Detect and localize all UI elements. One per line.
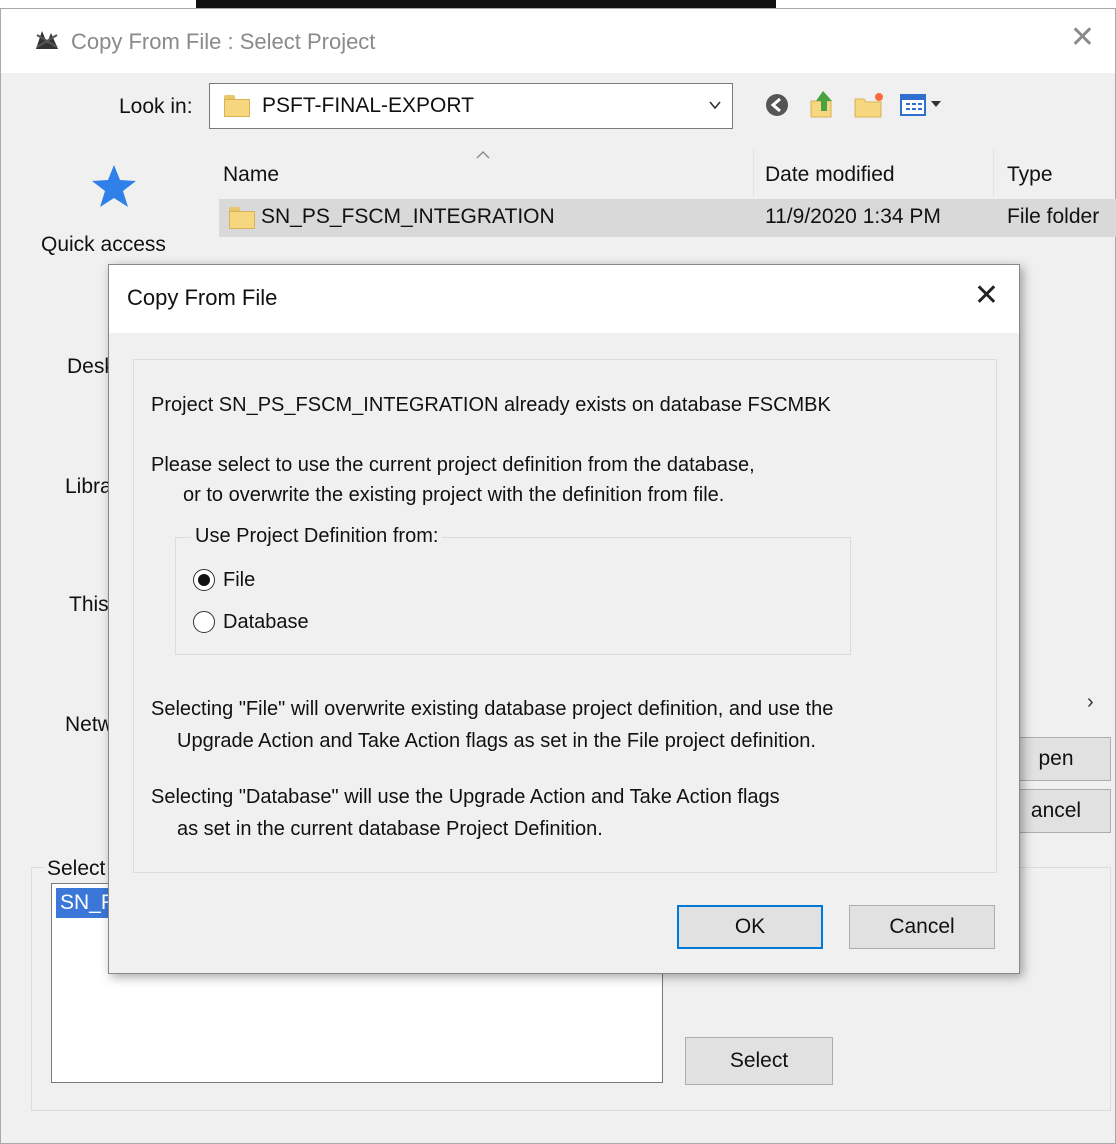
sort-ascending-icon xyxy=(476,151,490,159)
star-icon[interactable] xyxy=(89,161,139,211)
outer-close-icon[interactable]: ✕ xyxy=(1070,23,1095,53)
project-exists-message: Project SN_PS_FSCM_INTEGRATION already e… xyxy=(151,394,831,416)
radio-button-selected[interactable] xyxy=(193,569,215,591)
modal-cancel-button[interactable]: Cancel xyxy=(849,905,995,949)
new-folder-icon[interactable] xyxy=(851,87,887,123)
select-group-label: Select xyxy=(43,857,110,881)
modal-close-icon[interactable]: ✕ xyxy=(974,281,999,311)
file-date-modified: 11/9/2020 1:34 PM xyxy=(765,205,941,228)
column-divider[interactable] xyxy=(753,149,754,197)
view-menu-icon[interactable] xyxy=(897,87,947,123)
file-type: File folder xyxy=(1007,205,1100,228)
select-instruction-line2: or to overwrite the existing project wit… xyxy=(183,484,725,506)
column-divider[interactable] xyxy=(993,149,994,197)
database-note-line1: Selecting "Database" will use the Upgrad… xyxy=(151,786,780,808)
navigation-toolbar xyxy=(759,87,959,127)
definition-source-label: Use Project Definition from: xyxy=(191,525,443,548)
column-date-modified[interactable]: Date modified xyxy=(765,163,895,187)
file-note-line2: Upgrade Action and Take Action flags as … xyxy=(177,730,816,752)
select-button[interactable]: Select xyxy=(685,1037,833,1085)
file-list-row[interactable]: SN_PS_FSCM_INTEGRATION 11/9/2020 1:34 PM… xyxy=(219,199,1116,237)
radio-button[interactable] xyxy=(193,611,215,633)
place-this-pc[interactable]: This xyxy=(69,593,109,617)
up-folder-icon[interactable] xyxy=(805,87,841,123)
app-icon xyxy=(34,29,60,51)
look-in-label: Look in: xyxy=(119,95,193,118)
place-network[interactable]: Netw xyxy=(65,713,113,737)
folder-icon xyxy=(224,95,250,117)
scroll-right-icon[interactable]: › xyxy=(1087,691,1094,714)
radio-database-label: Database xyxy=(223,611,309,633)
place-quick-access[interactable]: Quick access xyxy=(41,233,166,257)
radio-file-label: File xyxy=(223,569,256,591)
cropped-caption-dark xyxy=(196,0,776,8)
cropped-caption-strip xyxy=(0,0,1116,8)
back-icon[interactable] xyxy=(759,87,795,123)
modal-title-bar: Copy From File ✕ xyxy=(109,265,1019,333)
ok-button[interactable]: OK xyxy=(677,905,823,949)
chevron-down-icon xyxy=(709,101,721,110)
outer-dialog-title: Copy From File : Select Project xyxy=(71,29,376,54)
column-name[interactable]: Name xyxy=(223,163,279,187)
file-list-header: Name Date modified Type xyxy=(213,149,1116,197)
select-instruction-line1: Please select to use the current project… xyxy=(151,454,755,476)
definition-source-group xyxy=(175,537,851,655)
look-in-value: PSFT-FINAL-EXPORT xyxy=(262,94,474,117)
database-note-line2: as set in the current database Project D… xyxy=(177,818,603,840)
place-libraries[interactable]: Libra xyxy=(65,475,112,499)
modal-title: Copy From File xyxy=(127,285,278,310)
copy-from-file-modal: Copy From File ✕ Project SN_PS_FSCM_INTE… xyxy=(108,264,1020,974)
look-in-dropdown[interactable]: PSFT-FINAL-EXPORT xyxy=(209,83,733,129)
column-type[interactable]: Type xyxy=(1007,163,1053,187)
file-note-line1: Selecting "File" will overwrite existing… xyxy=(151,698,834,720)
folder-icon xyxy=(229,207,255,229)
file-name: SN_PS_FSCM_INTEGRATION xyxy=(261,205,555,228)
outer-title-bar: Copy From File : Select Project ✕ xyxy=(1,9,1115,73)
